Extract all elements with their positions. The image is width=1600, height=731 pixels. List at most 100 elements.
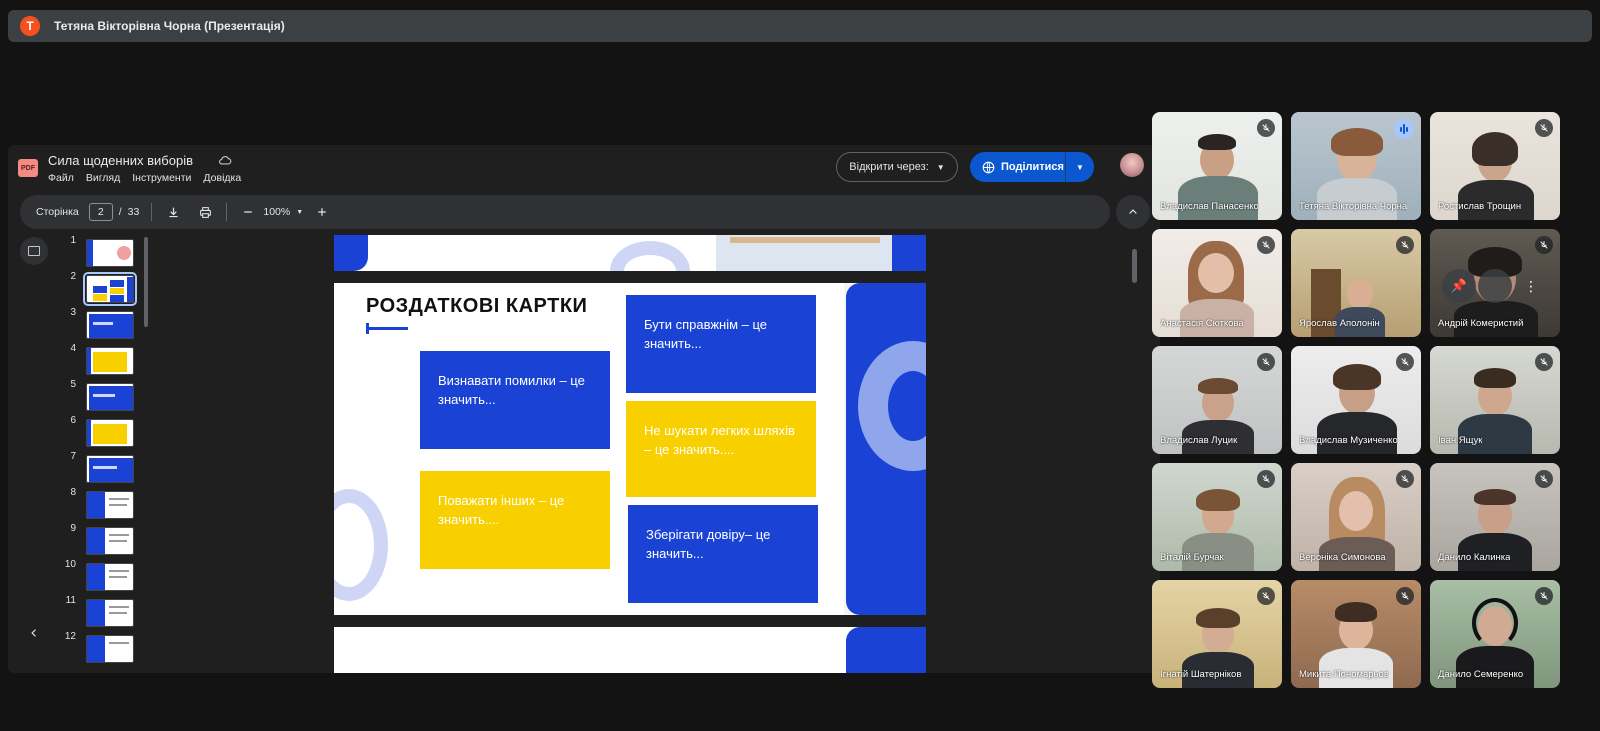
presentation-viewer: PDF Сила щоденних виборів Файл Вигляд Ін… [8,145,1160,673]
participant-name: Владислав Луцик [1160,435,1238,446]
download-icon[interactable] [164,203,182,221]
thumbnail-scrollbar[interactable] [144,237,148,327]
thumbnail-item[interactable]: 8 [64,487,144,521]
thumbnail-number: 10 [64,559,76,570]
thumbnail-item[interactable]: 6 [64,415,144,449]
participant-tile[interactable]: Вероніка Симонова [1291,463,1421,571]
slide-current-page: РОЗДАТКОВІ КАРТКИ Визнавати помилки – це… [334,283,926,615]
thumbnail-item[interactable]: 7 [64,451,144,485]
open-with-label: Відкрити через: [849,161,929,173]
account-avatar[interactable] [1120,153,1144,177]
participant-tile[interactable]: Ярослав Аполонін [1291,229,1421,337]
thumbnail-item[interactable]: 10 [64,559,144,593]
handout-card: Бути справжнім – це значить... [626,295,816,393]
zoom-out-icon[interactable] [239,203,257,221]
thumbnail-item[interactable]: 1 [64,235,144,269]
participant-name: Ігнатій Шатерніков [1160,669,1242,680]
participant-name: Андрій Комеристий [1438,318,1524,329]
participant-tile[interactable]: Владислав Луцик [1152,346,1282,454]
mic-off-icon [1257,236,1275,254]
open-with-button[interactable]: Відкрити через: ▼ [836,152,958,182]
title-underline [366,323,408,334]
page-number-input[interactable]: 2 [88,203,113,221]
participant-tile[interactable]: Ростислав Трощин [1430,112,1560,220]
chevron-up-icon [1129,209,1137,214]
participant-name: Ярослав Аполонін [1299,318,1380,329]
thumbnail-number: 7 [70,451,76,462]
thumbnail-item[interactable]: 5 [64,379,144,413]
zoom-level[interactable]: 100% [263,206,290,218]
thumbnail-item[interactable]: 12 [64,631,144,665]
document-title[interactable]: Сила щоденних виборів [48,153,193,168]
mic-off-icon [1535,236,1553,254]
thumbnails-toggle-button[interactable] [20,237,48,265]
collapse-toolbar-button[interactable] [1116,195,1150,229]
more-options-icon[interactable]: ⋮ [1518,273,1544,299]
page-separator: / [118,206,122,218]
thumbnail-number: 1 [70,235,76,246]
image-icon [28,246,40,256]
share-button[interactable]: Поділитися [970,152,1066,182]
participant-tile[interactable]: Владислав Панасенко [1152,112,1282,220]
participant-name: Данило Калинка [1438,552,1511,563]
mute-participant-icon[interactable] [1478,269,1512,303]
mic-off-icon [1257,119,1275,137]
handout-card: Зберігати довіру– це значить... [628,505,818,603]
participant-tile[interactable]: 📌 ⋮ Андрій Комеристий [1430,229,1560,337]
participant-tile[interactable]: Анастасія Сюткова [1152,229,1282,337]
mic-off-icon [1535,119,1553,137]
pin-icon[interactable]: 📌 [1442,269,1476,303]
participant-name: Микита Пономарьов [1299,669,1389,680]
thumbnail-number: 8 [70,487,76,498]
menu-view[interactable]: Вигляд [86,172,120,184]
cloud-sync-icon[interactable] [218,153,232,167]
slide-title: РОЗДАТКОВІ КАРТКИ [366,295,588,317]
page-scrollbar[interactable] [1132,249,1137,283]
menu-file[interactable]: Файл [48,172,74,184]
handout-card: Не шукати легких шляхів – це значить.... [626,401,816,497]
share-label: Поділитися [1001,161,1064,173]
participant-tile[interactable]: Владислав Музиченко [1291,346,1421,454]
participant-tile[interactable]: Віталій Бурчак [1152,463,1282,571]
presenter-bar: T Тетяна Вікторівна Чорна (Презентація) [8,10,1592,42]
zoom-dropdown-icon[interactable]: ▼ [296,209,303,216]
mic-off-icon [1257,587,1275,605]
menu-tools[interactable]: Інструменти [132,172,191,184]
participant-tile[interactable]: Тетяна Вікторівна Чорна [1291,112,1421,220]
mic-off-icon [1535,470,1553,488]
participant-name: Владислав Музиченко [1299,435,1398,446]
participant-tile[interactable]: Данило Калинка [1430,463,1560,571]
mic-off-icon [1535,587,1553,605]
mic-off-icon [1257,353,1275,371]
participant-name: Вероніка Симонова [1299,552,1386,563]
menu-help[interactable]: Довідка [203,172,241,184]
participant-tile[interactable]: Данило Семеренко [1430,580,1560,688]
mic-off-icon [1396,353,1414,371]
participant-name: Данило Семеренко [1438,669,1524,680]
caret-down-icon: ▼ [1076,162,1084,172]
thumbnail-item[interactable]: 9 [64,523,144,557]
slide-next-page [334,627,926,673]
participant-tile[interactable]: Микита Пономарьов [1291,580,1421,688]
thumbnail-number: 2 [70,271,76,282]
toolbar-divider [226,203,228,221]
share-button-group: Поділитися ▼ [970,152,1094,182]
mic-off-icon [1396,470,1414,488]
slide-previous-page [334,235,926,271]
thumbnail-item[interactable]: 4 [64,343,144,377]
thumbnail-number: 6 [70,415,76,426]
thumbnail-item[interactable]: 2 [64,271,144,306]
participant-tile[interactable]: Ігнатій Шатерніков [1152,580,1282,688]
participant-name: Владислав Панасенко [1160,201,1259,212]
zoom-in-icon[interactable] [313,203,331,221]
pdf-toolbar: Сторінка 2 / 33 100% ▼ [20,195,1110,229]
chevron-left-icon[interactable] [20,619,48,647]
presenter-avatar: T [20,16,40,36]
thumbnail-item[interactable]: 3 [64,307,144,341]
toolbar-divider [151,203,153,221]
thumbnail-item[interactable]: 11 [64,595,144,629]
page-label: Сторінка [36,206,79,218]
print-icon[interactable] [196,203,214,221]
share-dropdown-button[interactable]: ▼ [1066,152,1094,182]
participant-tile[interactable]: Іван Ящук [1430,346,1560,454]
